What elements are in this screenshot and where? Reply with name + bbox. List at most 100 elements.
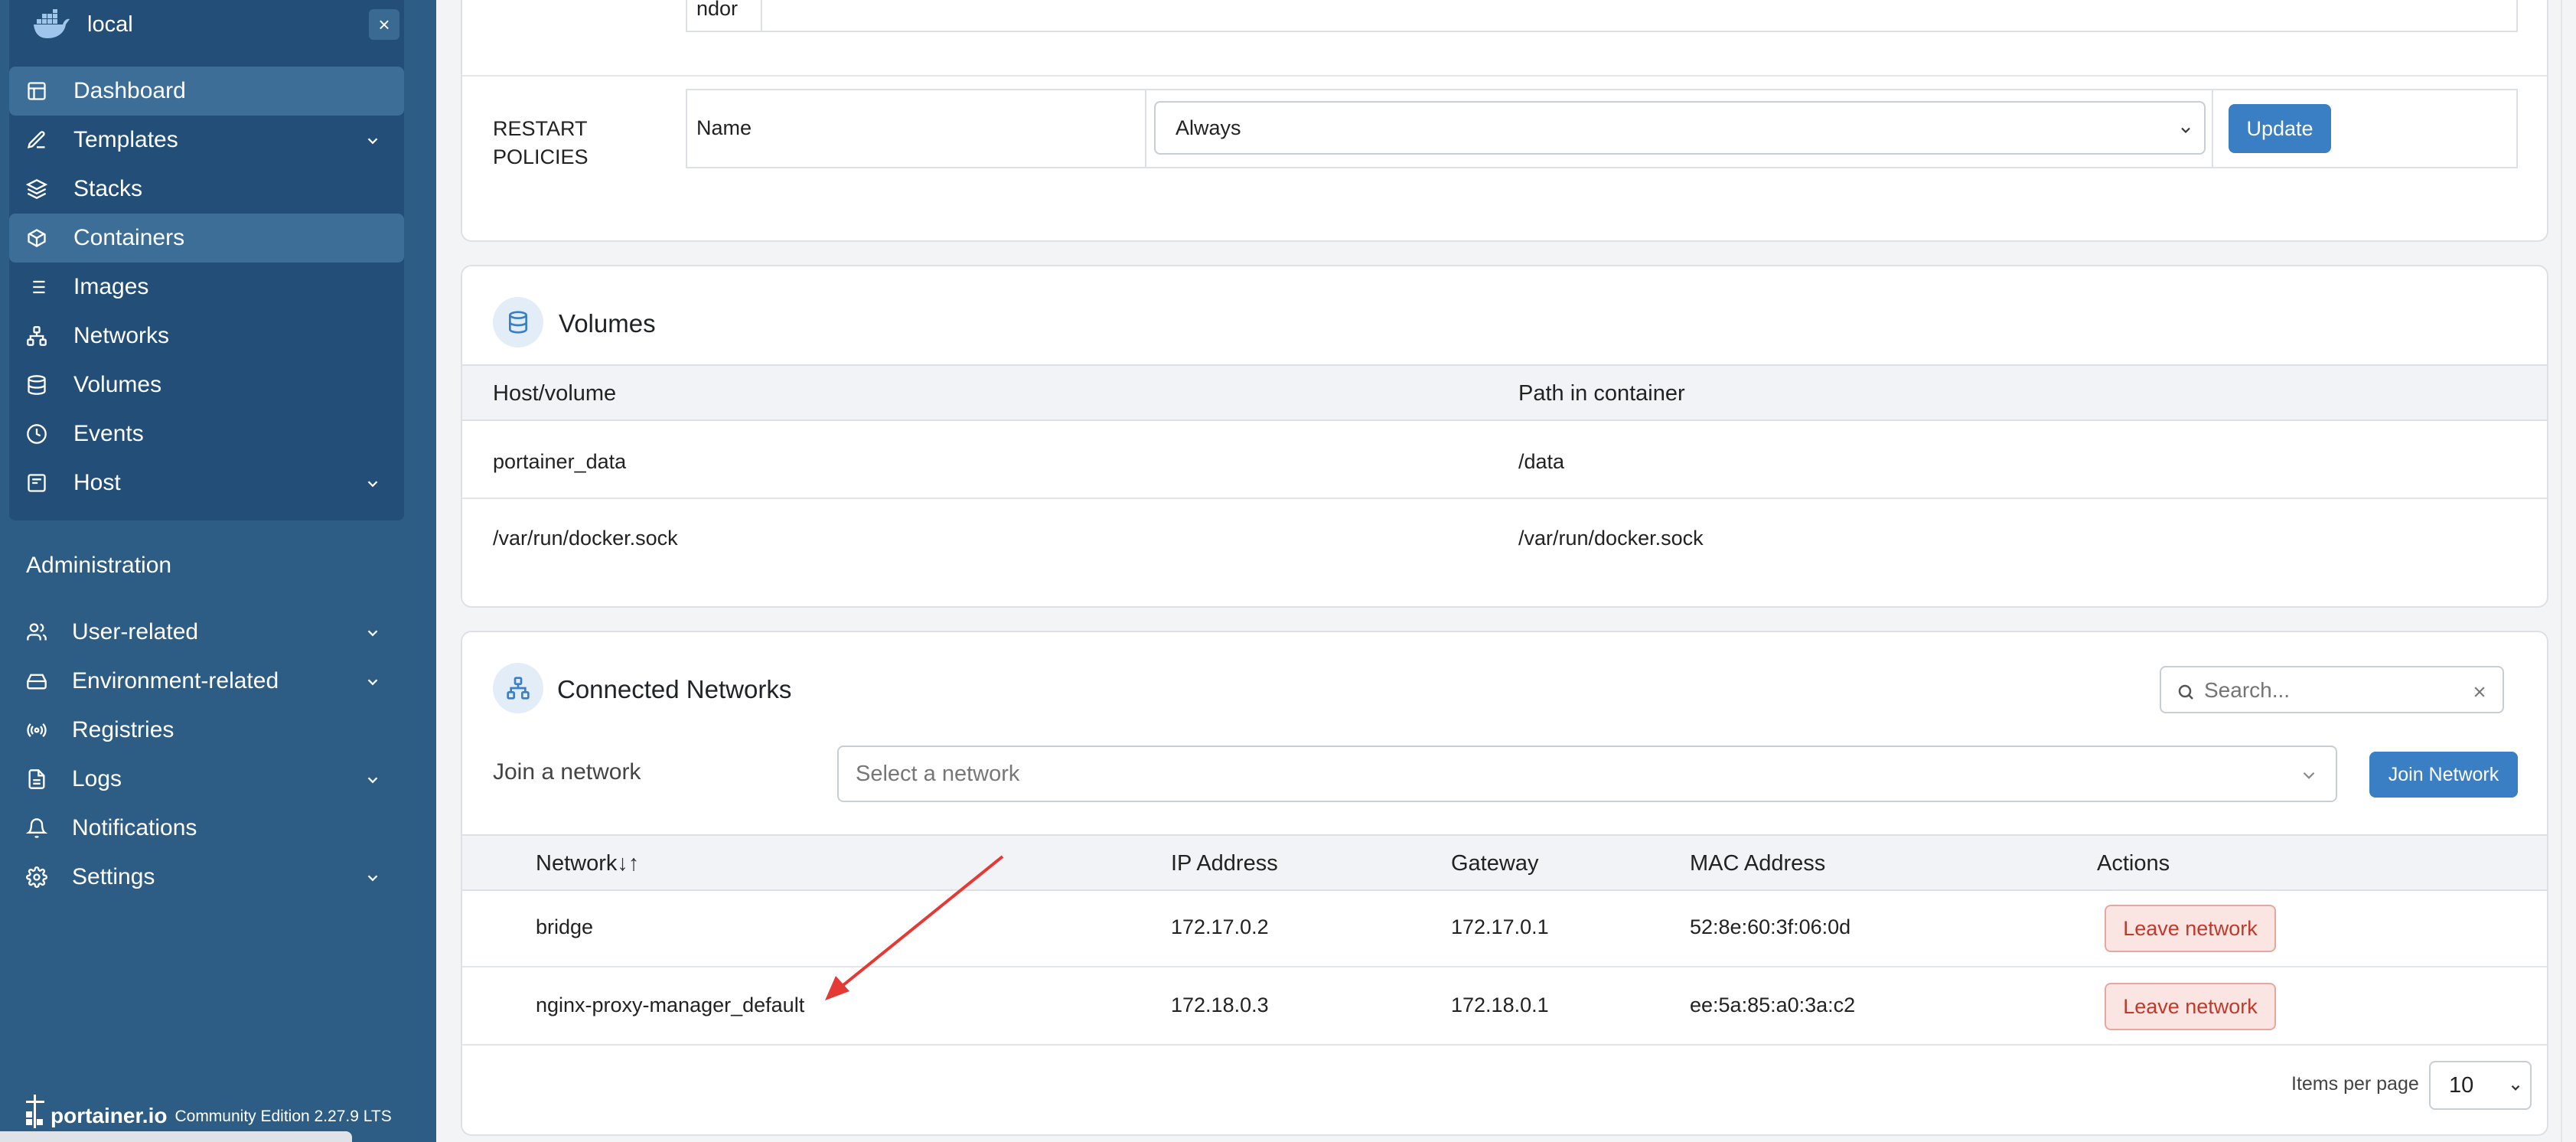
join-network-label: Join a network <box>493 759 641 785</box>
volume-link[interactable]: portainer_data <box>493 450 626 474</box>
box-icon <box>28 229 46 247</box>
sidebar-item-label: Events <box>73 421 144 446</box>
chevron-down-icon <box>367 481 378 488</box>
sidebar-item-label: Environment-related <box>72 668 279 693</box>
column-header: IP Address <box>1171 851 1278 876</box>
sidebar-item-settings[interactable]: Settings <box>9 853 404 902</box>
search-icon <box>2178 684 2193 700</box>
sidebar-item-environment-related[interactable]: Environment-related <box>9 657 404 706</box>
truncated-label: ndor <box>696 0 739 20</box>
clear-search-icon[interactable] <box>2472 684 2487 700</box>
sidebar: local × Dashboard Templates Stacks Conta… <box>0 0 436 1142</box>
sidebar-item-events[interactable]: Events <box>9 409 404 458</box>
gear-icon <box>26 866 47 888</box>
connected-networks-title: Connected Networks <box>557 675 792 703</box>
search-input[interactable] <box>2204 675 2449 706</box>
items-per-page-select[interactable]: 10 <box>2429 1061 2532 1110</box>
gateway: 172.18.0.1 <box>1451 994 1549 1016</box>
sidebar-item-label: Dashboard <box>73 78 186 103</box>
network-icon <box>507 677 530 700</box>
network-search-box <box>2160 666 2504 713</box>
scrollbar[interactable] <box>2561 0 2576 1142</box>
mac-address: 52:8e:60:3f:06:0d <box>1690 915 1851 938</box>
volumes-title: Volumes <box>559 309 656 338</box>
sidebar-item-logs[interactable]: Logs <box>9 755 404 804</box>
chevron-down-icon <box>367 630 378 637</box>
file-icon <box>28 769 45 789</box>
sidebar-item-registries[interactable]: Registries <box>9 706 404 755</box>
container-path: /data <box>1518 450 1565 473</box>
edition-label: Community Edition 2.27.9 LTS <box>174 1108 392 1125</box>
sidebar-item-label: Notifications <box>72 815 197 840</box>
sidebar-item-host[interactable]: Host <box>9 458 404 507</box>
chevron-down-icon <box>2303 772 2315 779</box>
sidebar-item-label: Containers <box>73 225 185 250</box>
sidebar-item-label: Networks <box>73 323 170 348</box>
ip-address: 172.18.0.3 <box>1171 994 1269 1016</box>
sidebar-item-label: Registries <box>72 717 174 742</box>
sidebar-item-label: Host <box>73 470 121 495</box>
sidebar-item-templates[interactable]: Templates <box>9 116 404 165</box>
container-path: /var/run/docker.sock <box>1518 527 1704 550</box>
sidebar-item-networks[interactable]: Networks <box>9 312 404 361</box>
host-path: /var/run/docker.sock <box>493 527 678 550</box>
portainer-logo-icon <box>26 1095 44 1128</box>
list-icon <box>28 280 45 294</box>
gateway: 172.17.0.1 <box>1451 915 1549 938</box>
column-header: Actions <box>2097 851 2170 876</box>
column-header: Path in container <box>1518 381 1685 406</box>
network-link[interactable]: bridge <box>536 915 593 939</box>
administration-heading: Administration <box>26 553 172 578</box>
mac-address: ee:5a:85:a0:3a:c2 <box>1690 994 1856 1016</box>
chevron-down-icon <box>2511 1085 2520 1091</box>
network-link[interactable]: nginx-proxy-manager_default <box>536 994 804 1017</box>
network-select[interactable]: Select a network <box>837 746 2337 802</box>
close-environment-button[interactable]: × <box>369 9 399 40</box>
column-header: Host/volume <box>493 381 617 406</box>
sidebar-item-notifications[interactable]: Notifications <box>9 804 404 853</box>
volumes-title-icon <box>493 297 543 347</box>
sidebar-item-label: Logs <box>72 766 122 791</box>
sidebar-item-label: Templates <box>73 127 178 152</box>
restart-policies-card: ndor RESTART POLICIES Name Always Update <box>461 0 2548 242</box>
chevron-down-icon <box>367 138 378 145</box>
chevron-down-icon <box>367 679 378 686</box>
items-per-page-label: Items per page <box>2291 1073 2419 1095</box>
leave-network-button[interactable]: Leave network <box>2105 905 2276 952</box>
portainer-brand[interactable]: portainer.io <box>51 1104 167 1128</box>
dashboard-icon <box>28 82 46 100</box>
volumes-table-header: Host/volume Path in container <box>462 364 2547 421</box>
chevron-down-icon <box>2181 127 2190 133</box>
items-per-page-value: 10 <box>2449 1072 2474 1098</box>
docker-icon <box>31 9 70 40</box>
clock-icon <box>27 424 47 444</box>
hard-drive-icon <box>27 674 47 690</box>
sidebar-footer: portainer.io Community Edition 2.27.9 LT… <box>24 1095 392 1128</box>
sidebar-item-images[interactable]: Images <box>9 263 404 312</box>
sidebar-item-dashboard[interactable]: Dashboard <box>9 67 404 116</box>
sidebar-item-containers[interactable]: Containers <box>9 214 404 263</box>
sidebar-item-user-related[interactable]: User-related <box>9 608 404 657</box>
environment-name: local <box>87 11 133 37</box>
layers-icon <box>26 179 47 199</box>
volumes-card: Volumes Host/volume Path in container po… <box>461 265 2548 608</box>
networks-title-icon <box>493 663 543 713</box>
column-header: MAC Address <box>1690 851 1826 876</box>
sidebar-item-label: Images <box>73 274 149 299</box>
name-label: Name <box>696 116 752 139</box>
restart-policy-select[interactable]: Always <box>1154 101 2206 155</box>
connected-networks-card: Connected Networks Join a network Select… <box>461 631 2548 1136</box>
column-header-label: Network <box>536 851 618 876</box>
network-icon <box>27 326 47 346</box>
update-button[interactable]: Update <box>2229 104 2331 153</box>
sort-icon: ↓↑ <box>617 851 640 876</box>
sidebar-item-stacks[interactable]: Stacks <box>9 165 404 214</box>
sidebar-item-label: Volumes <box>73 372 162 397</box>
table-fragment <box>686 0 2518 32</box>
join-network-button[interactable]: Join Network <box>2369 752 2518 798</box>
leave-network-button[interactable]: Leave network <box>2105 983 2276 1030</box>
sidebar-item-volumes[interactable]: Volumes <box>9 361 404 409</box>
network-select-placeholder: Select a network <box>856 761 1020 786</box>
host-icon <box>28 474 46 492</box>
column-header-network[interactable]: Network↓↑ <box>536 851 639 876</box>
